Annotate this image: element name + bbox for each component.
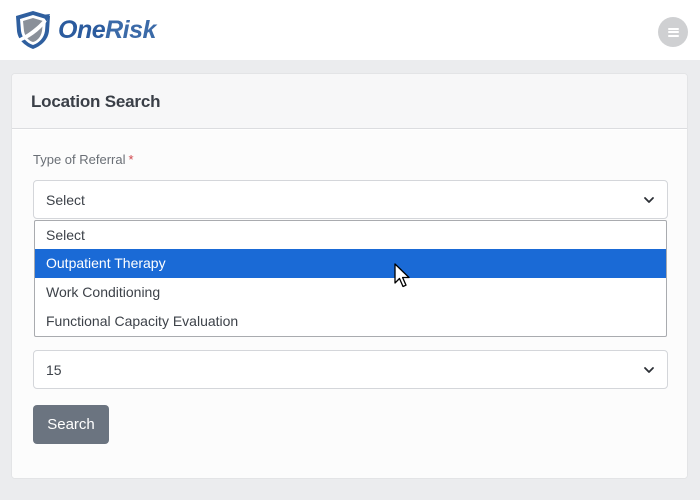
option-select[interactable]: Select xyxy=(35,221,666,250)
brand-part-one: One xyxy=(58,15,106,44)
top-navbar: OneRisk xyxy=(0,0,700,60)
radius-select[interactable]: 15 xyxy=(33,350,668,389)
card-header: Location Search xyxy=(12,74,687,129)
location-search-card: Location Search Type of Referral * Select… xyxy=(11,73,688,479)
search-button[interactable]: Search xyxy=(33,405,109,444)
referral-type-dropdown-list: Select Outpatient Therapy Work Condition… xyxy=(34,220,667,337)
chevron-down-icon xyxy=(643,364,655,376)
brand-logo[interactable]: OneRisk xyxy=(12,8,156,52)
referral-type-label: Type of Referral * xyxy=(33,152,134,167)
brand-wordmark: OneRisk xyxy=(58,15,156,44)
option-functional-capacity-evaluation[interactable]: Functional Capacity Evaluation xyxy=(35,307,666,336)
card-title: Location Search xyxy=(31,92,161,111)
shield-logo-icon xyxy=(12,9,54,51)
mouse-pointer-icon xyxy=(394,263,412,289)
option-outpatient-therapy[interactable]: Outpatient Therapy xyxy=(35,249,666,278)
brand-part-risk: Risk xyxy=(105,15,156,44)
menu-button[interactable] xyxy=(658,17,688,47)
radius-selected-value: 15 xyxy=(46,362,62,378)
option-work-conditioning[interactable]: Work Conditioning xyxy=(35,278,666,307)
referral-type-select[interactable]: Select xyxy=(33,180,668,219)
hamburger-menu-icon xyxy=(667,27,679,37)
card-body: Type of Referral * Select Select Outpatie… xyxy=(12,130,687,478)
chevron-down-icon xyxy=(643,194,655,206)
required-marker: * xyxy=(128,152,134,167)
referral-type-selected-value: Select xyxy=(46,192,85,208)
referral-type-label-text: Type of Referral xyxy=(33,152,126,167)
